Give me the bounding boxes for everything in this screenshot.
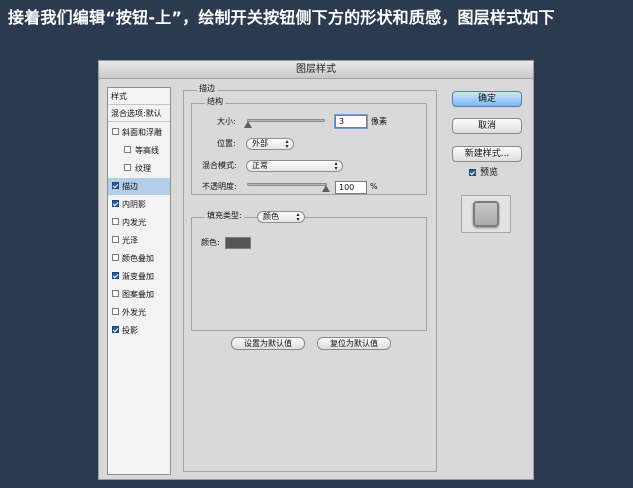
texture-checkbox[interactable]: [124, 164, 131, 171]
outer-glow-checkbox[interactable]: [112, 308, 119, 315]
cancel-button[interactable]: 取消: [452, 118, 522, 134]
fill-type-group: [191, 217, 427, 331]
style-item-gradient-overlay[interactable]: 渐变叠加: [108, 268, 170, 285]
pattern-overlay-checkbox[interactable]: [112, 290, 119, 297]
color-overlay-checkbox[interactable]: [112, 254, 119, 261]
blend-mode-label: 混合模式:: [202, 161, 237, 170]
opacity-field[interactable]: 100: [335, 181, 367, 194]
opacity-slider[interactable]: [247, 183, 327, 186]
opacity-label: 不透明度:: [202, 182, 237, 191]
size-slider[interactable]: [247, 119, 325, 122]
style-item-label: 等高线: [135, 146, 159, 155]
fill-type-label: 填充类型:: [205, 211, 244, 221]
style-item-label: 斜面和浮雕: [122, 128, 162, 137]
bevel-emboss-checkbox[interactable]: [112, 128, 119, 135]
style-item-label: 外发光: [122, 308, 146, 317]
style-preview-thumbnail: [461, 195, 511, 233]
dropdown-arrows-icon: ▴ ▾: [296, 211, 300, 223]
inner-glow-checkbox[interactable]: [112, 218, 119, 225]
structure-group-title: 结构: [205, 97, 225, 107]
style-item-inner-shadow[interactable]: 内阴影: [108, 196, 170, 213]
style-item-bevel-emboss[interactable]: 斜面和浮雕: [108, 124, 170, 141]
style-item-label: 纹理: [135, 164, 151, 173]
style-item-label: 颜色叠加: [122, 254, 154, 263]
new-style-button[interactable]: 新建样式...: [452, 146, 522, 162]
dropdown-arrows-icon: ▴ ▾: [334, 160, 338, 172]
style-item-color-overlay[interactable]: 颜色叠加: [108, 250, 170, 267]
dropdown-arrows-icon: ▴ ▾: [285, 138, 289, 150]
style-item-satin[interactable]: 光泽: [108, 232, 170, 249]
layer-style-dialog: 图层样式 样式 混合选项:默认 斜面和浮雕 等高线 纹理 描边 内阴影 内发光: [98, 60, 534, 480]
size-unit: 像素: [371, 117, 387, 126]
preview-swatch: [473, 201, 499, 227]
style-item-label: 描边: [122, 182, 138, 191]
blend-mode-value: 正常: [252, 161, 268, 170]
style-item-contour[interactable]: 等高线: [108, 142, 170, 159]
style-item-label: 渐变叠加: [122, 272, 154, 281]
ok-button[interactable]: 确定: [452, 91, 522, 107]
blending-options[interactable]: 混合选项:默认: [108, 105, 170, 122]
color-label: 颜色:: [201, 238, 220, 247]
style-item-drop-shadow[interactable]: 投影: [108, 322, 170, 339]
size-label: 大小:: [217, 117, 236, 126]
position-value: 外部: [252, 139, 268, 148]
position-select[interactable]: 外部 ▴ ▾: [246, 138, 294, 150]
opacity-unit: %: [370, 182, 378, 191]
fill-type-select[interactable]: 颜色 ▴ ▾: [257, 211, 305, 223]
preview-toggle[interactable]: 预览: [469, 168, 519, 181]
color-swatch[interactable]: [225, 237, 251, 249]
satin-checkbox[interactable]: [112, 236, 119, 243]
style-item-stroke[interactable]: 描边: [108, 178, 170, 195]
preview-checkbox[interactable]: [469, 169, 476, 176]
stroke-checkbox[interactable]: [112, 182, 119, 189]
preview-label: 预览: [480, 168, 499, 178]
fill-type-value: 颜色: [263, 212, 279, 221]
inner-shadow-checkbox[interactable]: [112, 200, 119, 207]
drop-shadow-checkbox[interactable]: [112, 326, 119, 333]
style-item-outer-glow[interactable]: 外发光: [108, 304, 170, 321]
style-item-label: 内发光: [122, 218, 146, 227]
size-field[interactable]: 3: [335, 115, 367, 128]
style-item-label: 内阴影: [122, 200, 146, 209]
gradient-overlay-checkbox[interactable]: [112, 272, 119, 279]
tutorial-caption: 接着我们编辑“按钮-上”，绘制开关按钮侧下方的形状和质感，图层样式如下: [8, 8, 555, 27]
position-label: 位置:: [217, 139, 236, 148]
style-item-label: 光泽: [122, 236, 138, 245]
style-item-texture[interactable]: 纹理: [108, 160, 170, 177]
styles-header[interactable]: 样式: [108, 88, 170, 105]
make-default-button[interactable]: 设置为默认值: [231, 337, 305, 350]
blend-mode-select[interactable]: 正常 ▴ ▾: [246, 160, 343, 172]
opacity-slider-knob[interactable]: [322, 185, 330, 192]
size-slider-knob[interactable]: [244, 121, 252, 128]
stroke-group-title: 描边: [197, 84, 217, 94]
dialog-title: 图层样式: [99, 61, 533, 79]
style-item-label: 图案叠加: [122, 290, 154, 299]
style-item-inner-glow[interactable]: 内发光: [108, 214, 170, 231]
reset-default-button[interactable]: 复位为默认值: [317, 337, 391, 350]
style-item-pattern-overlay[interactable]: 图案叠加: [108, 286, 170, 303]
styles-list: 样式 混合选项:默认 斜面和浮雕 等高线 纹理 描边 内阴影 内发光 光泽 颜色…: [107, 87, 171, 475]
style-item-label: 投影: [122, 326, 138, 335]
contour-checkbox[interactable]: [124, 146, 131, 153]
